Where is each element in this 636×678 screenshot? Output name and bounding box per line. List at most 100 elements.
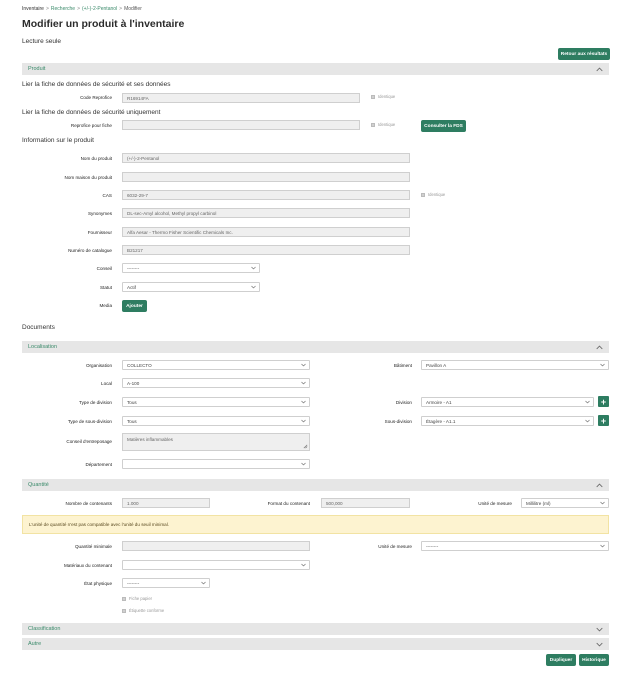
subdivision-type-select[interactable]: Tous <box>122 416 310 426</box>
identique-checkbox-2[interactable]: Identique <box>371 122 395 127</box>
organisation-label: Organisation <box>85 363 112 368</box>
chevron-down-icon <box>301 398 306 406</box>
section-produit[interactable]: Produit <box>22 63 609 75</box>
documents-title: Documents <box>22 324 55 331</box>
unit-warning-text: L'unité de quantité n'est pas compatible… <box>29 522 170 527</box>
chevron-down-icon <box>301 361 306 369</box>
subdivision-type-label: Type de sous-division <box>67 419 112 424</box>
min-quantity-field[interactable] <box>122 541 310 551</box>
status-select[interactable]: Actif <box>122 282 260 292</box>
synonyms-field[interactable]: DL-sec-Amyl alcohol, Methyl propyl carbi… <box>122 208 410 218</box>
breadcrumb-recherche[interactable]: Recherche <box>51 6 75 12</box>
min-unit-value: -------- <box>426 543 439 549</box>
duplicate-button[interactable]: Dupliquer <box>546 654 576 666</box>
media-label: Media <box>99 303 112 308</box>
storage-advice-label: Conseil d'entreposage <box>66 439 112 444</box>
cas-label: CAS <box>102 193 112 198</box>
chevron-up-icon <box>596 479 603 491</box>
chevron-down-icon <box>301 379 306 387</box>
link-sds-only-title: Lier la fiche de données de sécurité uni… <box>22 109 161 116</box>
division-type-select[interactable]: Tous <box>122 397 310 407</box>
breadcrumb-product[interactable]: (+/-)-2-Pentanol <box>82 6 117 12</box>
catalog-number-label: Numéro de catalogue <box>68 248 112 253</box>
container-material-select[interactable] <box>122 560 310 570</box>
unit-select[interactable]: Millilitre (ml) <box>521 498 609 508</box>
code-reprofice-field[interactable]: R16914FA <box>122 93 360 103</box>
house-name-label: Nom maison du produit <box>64 175 113 180</box>
history-button[interactable]: Historique <box>579 654 609 666</box>
reprofice-sds-label: Reprofice pour fiche <box>70 123 112 128</box>
supplier-field[interactable]: Alfa Aesar - Thermo Fisher Scientific Ch… <box>122 227 410 237</box>
checkbox-icon <box>421 192 425 197</box>
compliant-label-text: Étiquette conforme <box>129 608 165 613</box>
link-sds-data-title: Lier la fiche de données de sécurité et … <box>22 81 171 88</box>
chevron-up-icon <box>596 341 603 353</box>
product-name-field[interactable]: (+/-)-2-Pentanol <box>122 153 410 163</box>
chevron-up-icon <box>596 63 603 75</box>
chevron-down-icon <box>585 417 590 425</box>
paper-sheet-checkbox[interactable]: Fiche papier <box>122 596 152 601</box>
batiment-label: Bâtiment <box>393 363 412 368</box>
organisation-select[interactable]: COLLECTO <box>122 360 310 370</box>
subdivision-label: Sous-division <box>384 419 412 424</box>
storage-advice-value: Matières inflammables <box>127 437 173 442</box>
subdivision-select[interactable]: Étagère - A1.1 <box>421 416 594 426</box>
container-format-field[interactable]: 500,000 <box>321 498 410 508</box>
unit-label: Unité de mesure <box>478 501 512 506</box>
section-classification[interactable]: Classification <box>22 623 609 635</box>
conseil-select[interactable]: -------- <box>122 263 260 273</box>
consult-sds-button[interactable]: Consulter la FDS <box>421 120 466 132</box>
section-localisation[interactable]: Localisation <box>22 341 609 353</box>
department-select[interactable] <box>122 459 310 469</box>
page-title: Modifier un produit à l'inventaire <box>22 18 185 30</box>
chevron-down-icon <box>301 460 306 468</box>
local-select[interactable]: A-100 <box>122 378 310 388</box>
unit-value: Millilitre (ml) <box>526 500 551 506</box>
identique-label: Identique <box>428 192 446 197</box>
physical-state-select[interactable]: -------- <box>122 578 210 588</box>
add-media-button[interactable]: Ajouter <box>122 300 147 312</box>
reprofice-sds-field[interactable] <box>122 120 360 130</box>
catalog-number-field[interactable]: B21217 <box>122 245 410 255</box>
section-quantite[interactable]: Quantité <box>22 479 609 491</box>
supplier-label: Fournisseur <box>87 230 112 235</box>
container-count-label: Nombre de contenants <box>65 501 112 506</box>
min-unit-label: Unité de mesure <box>378 544 412 549</box>
section-autre[interactable]: Autre <box>22 638 609 650</box>
organisation-value: COLLECTO <box>127 362 152 368</box>
compliant-label-checkbox[interactable]: Étiquette conforme <box>122 608 164 613</box>
synonyms-label: Synonymes <box>87 211 112 216</box>
division-select[interactable]: Armoire - A1 <box>421 397 594 407</box>
section-autre-title: Autre <box>28 641 42 647</box>
add-division-button[interactable]: + <box>598 396 609 407</box>
code-reprofice-label: Code Reprofice <box>80 95 112 100</box>
physical-state-value: -------- <box>127 580 140 586</box>
read-only-label: Lecture seule <box>22 38 62 45</box>
chevron-down-icon <box>600 361 605 369</box>
batiment-select[interactable]: Pavillon A <box>421 360 609 370</box>
house-name-field[interactable] <box>122 172 410 182</box>
conseil-value: -------- <box>127 265 140 271</box>
section-localisation-title: Localisation <box>28 344 58 350</box>
identique-checkbox-3[interactable]: Identique <box>421 192 445 197</box>
back-to-results-button[interactable]: Retour aux résultats <box>558 48 610 60</box>
checkbox-icon <box>122 608 126 613</box>
plus-icon: + <box>600 415 607 426</box>
storage-advice-textarea[interactable]: Matières inflammables <box>122 433 310 451</box>
chevron-down-icon <box>251 264 256 272</box>
resize-grip-icon <box>303 444 308 449</box>
chevron-down-icon <box>585 398 590 406</box>
subdivision-type-value: Tous <box>127 418 137 424</box>
chevron-down-icon <box>596 623 603 635</box>
identique-label: Identique <box>378 122 396 127</box>
identique-checkbox-1[interactable]: Identique <box>371 94 395 99</box>
breadcrumb-inventaire[interactable]: Inventaire <box>22 6 44 12</box>
container-count-field[interactable]: 1.000 <box>122 498 210 508</box>
chevron-down-icon <box>301 417 306 425</box>
add-subdivision-button[interactable]: + <box>598 415 609 426</box>
min-unit-select[interactable]: -------- <box>421 541 609 551</box>
division-type-label: Type de division <box>79 400 112 405</box>
plus-icon: + <box>600 396 607 407</box>
division-type-value: Tous <box>127 399 137 405</box>
cas-field[interactable]: 6032-29-7 <box>122 190 410 200</box>
